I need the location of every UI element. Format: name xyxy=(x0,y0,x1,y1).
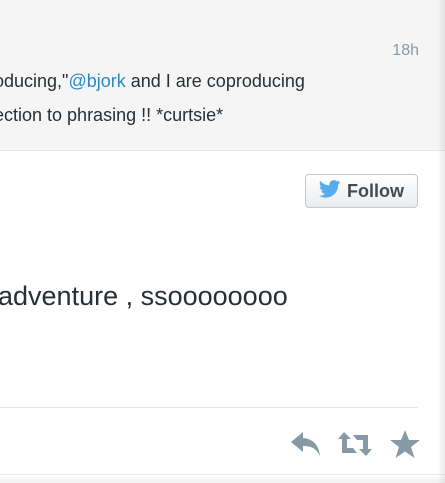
tweet-actions xyxy=(0,425,445,465)
previous-tweet-text-line-2: ection to phrasing !! *curtsie* xyxy=(0,105,224,125)
divider xyxy=(0,407,418,408)
mention-link[interactable]: @bjork xyxy=(68,71,125,91)
twitter-bird-icon xyxy=(318,179,341,203)
previous-tweet[interactable]: 18h oducing,"@bjork and I are coproducin… xyxy=(0,0,445,151)
text-segment: and I are coproducing xyxy=(125,71,305,91)
tweet-timestamp[interactable]: 18h xyxy=(392,42,419,60)
follow-label: Follow xyxy=(347,180,404,201)
reply-icon[interactable] xyxy=(289,429,323,464)
panel-bottom-edge xyxy=(0,474,445,483)
tweet-text: adventure , ssoooooooo xyxy=(0,281,288,311)
previous-tweet-text-line-1: oducing,"@bjork and I are coproducing xyxy=(0,71,305,92)
retweet-icon[interactable] xyxy=(337,429,373,464)
text-segment: oducing," xyxy=(0,71,69,91)
tweet-conversation-view: 18h oducing,"@bjork and I are coproducin… xyxy=(0,0,445,483)
follow-button[interactable]: Follow xyxy=(305,174,418,208)
star-icon[interactable] xyxy=(389,429,421,464)
panel-right-shadow xyxy=(437,0,445,483)
